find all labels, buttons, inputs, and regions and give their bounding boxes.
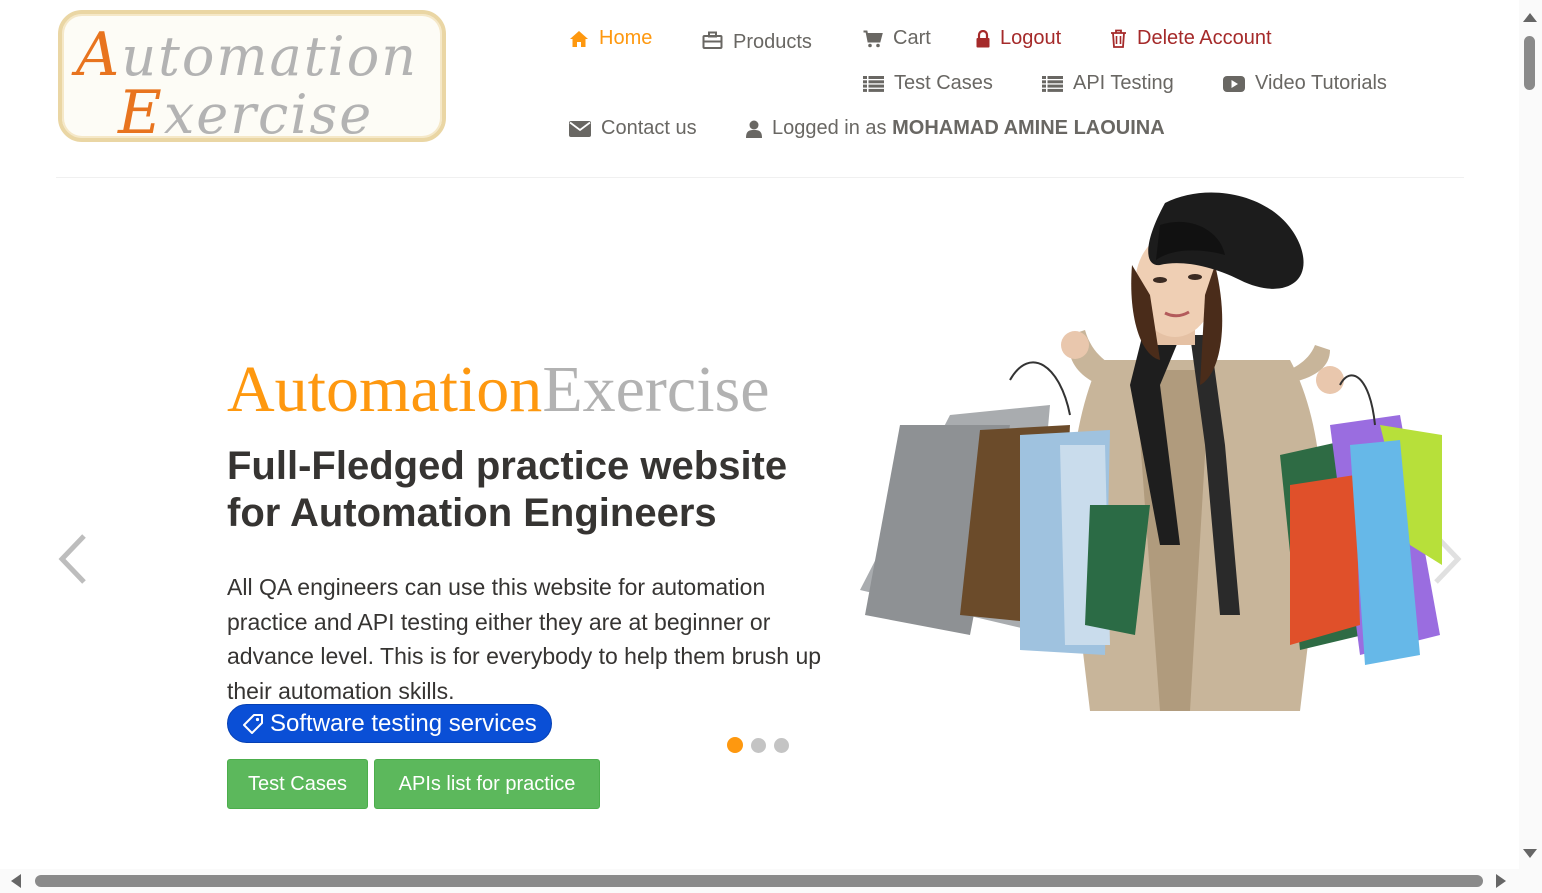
lock-icon [976, 29, 990, 47]
carousel-dot-2[interactable] [751, 738, 766, 753]
scroll-up-icon[interactable] [1523, 13, 1537, 22]
nav-logged-in-as[interactable]: Logged in as MOHAMAD AMINE LAOUINA [746, 117, 1165, 140]
nav-cart[interactable]: Cart [863, 27, 931, 50]
nav-logout[interactable]: Logout [976, 27, 1061, 50]
nav-test-cases[interactable]: Test Cases [863, 72, 993, 95]
username: MOHAMAD AMINE LAOUINA [892, 117, 1165, 139]
slider-brand-title: AutomationExercise [227, 353, 770, 426]
pill-label: Software testing services [270, 709, 537, 737]
carousel-dot-1[interactable] [727, 737, 743, 753]
test-cases-button[interactable]: Test Cases [227, 759, 368, 809]
nav-delete-account[interactable]: Delete Account [1110, 27, 1272, 50]
carousel-indicators [727, 737, 789, 753]
nav-home[interactable]: Home [569, 27, 652, 50]
site-logo[interactable]: Automation Exercise [58, 10, 446, 148]
nav-contact-us-label: Contact us [601, 117, 697, 139]
briefcase-icon [702, 31, 723, 49]
nav-delete-account-label: Delete Account [1137, 27, 1272, 49]
carousel-dot-3[interactable] [774, 738, 789, 753]
nav-video-tutorials[interactable]: Video Tutorials [1223, 72, 1387, 95]
nav-test-cases-label: Test Cases [894, 72, 993, 94]
scrollbar-corner [1519, 866, 1542, 893]
list-icon [863, 75, 884, 92]
cart-icon [863, 30, 883, 47]
slider-headline: Full-Fledged practice website for Automa… [227, 444, 788, 535]
software-testing-services-link[interactable]: Software testing services [227, 704, 552, 743]
user-icon [746, 120, 762, 138]
horizontal-scroll-thumb[interactable] [35, 875, 1483, 887]
nav-products-label: Products [733, 31, 812, 53]
logged-in-label: Logged in as MOHAMAD AMINE LAOUINA [772, 117, 1165, 139]
scroll-down-icon[interactable] [1523, 849, 1537, 858]
horizontal-scrollbar[interactable] [0, 869, 1519, 893]
slider-description: All QA engineers can use this website fo… [227, 574, 822, 704]
nav-cart-label: Cart [893, 27, 931, 49]
nav-api-testing[interactable]: API Testing [1042, 72, 1174, 95]
nav-video-tutorials-label: Video Tutorials [1255, 72, 1387, 94]
nav-logout-label: Logout [1000, 27, 1062, 49]
nav-home-label: Home [599, 27, 653, 49]
scroll-left-icon[interactable] [11, 874, 21, 888]
home-icon [570, 30, 588, 47]
scroll-right-icon[interactable] [1496, 874, 1506, 888]
logo-line-2: Exercise [118, 78, 374, 148]
nav-api-testing-label: API Testing [1073, 72, 1174, 94]
list-icon [1042, 75, 1063, 92]
vertical-scrollbar[interactable] [1519, 0, 1542, 866]
header-divider [56, 177, 1464, 178]
nav-products[interactable]: Products [702, 27, 812, 54]
apis-list-button[interactable]: APIs list for practice [374, 759, 600, 809]
carousel-prev-icon[interactable] [54, 532, 90, 586]
envelope-icon [569, 120, 591, 137]
vertical-scroll-thumb[interactable] [1524, 36, 1535, 90]
youtube-play-icon [1223, 75, 1245, 92]
trash-icon [1111, 29, 1126, 48]
nav-contact-us[interactable]: Contact us [569, 117, 697, 140]
hero-image-shopping-girl [860, 192, 1442, 711]
tag-icon [243, 713, 263, 734]
